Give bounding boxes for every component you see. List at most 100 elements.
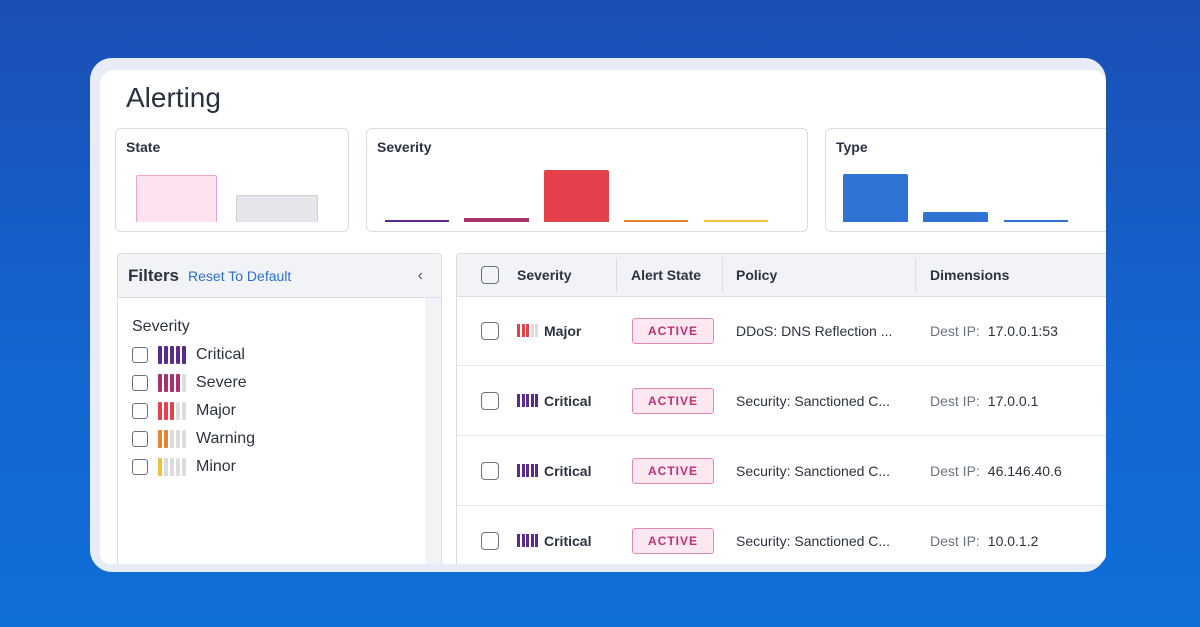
column-header-policy[interactable]: Policy bbox=[736, 254, 777, 296]
meter-segment bbox=[517, 534, 520, 547]
chevron-left-icon[interactable]: ‹ bbox=[410, 267, 431, 285]
row-checkbox[interactable] bbox=[481, 461, 499, 480]
row-select-cell bbox=[481, 506, 499, 564]
severity-meter-icon bbox=[517, 394, 538, 407]
dimension-key: Dest IP: bbox=[930, 322, 980, 339]
meter-segment bbox=[182, 346, 186, 364]
row-checkbox[interactable] bbox=[481, 391, 499, 410]
severity-meter-icon bbox=[158, 374, 186, 392]
alerting-window: Alerting State Severity Type Filters Res… bbox=[100, 70, 1106, 564]
filter-item-minor[interactable]: Minor bbox=[132, 456, 236, 478]
filters-scrollbar[interactable] bbox=[425, 298, 441, 564]
filters-title: Filters bbox=[128, 265, 180, 285]
table-row[interactable]: Critical ACTIVE Security: Sanctioned C..… bbox=[457, 366, 1106, 436]
meter-segment bbox=[158, 430, 162, 448]
type-card-label: Type bbox=[836, 139, 868, 155]
meter-segment bbox=[164, 430, 168, 448]
meter-segment bbox=[521, 534, 525, 547]
filter-checkbox-warning[interactable] bbox=[132, 431, 148, 447]
dimension-value: 10.0.1.2 bbox=[987, 532, 1039, 549]
meter-segment bbox=[182, 374, 186, 392]
column-header-severity[interactable]: Severity bbox=[517, 254, 571, 296]
meter-segment bbox=[164, 374, 168, 392]
policy-name[interactable]: Security: Sanctioned C... bbox=[736, 463, 890, 479]
meter-segment bbox=[526, 324, 529, 337]
filter-checkbox-critical[interactable] bbox=[132, 347, 148, 363]
meter-segment bbox=[158, 402, 162, 420]
type-bar-1 bbox=[843, 174, 908, 222]
type-summary-card[interactable]: Type bbox=[825, 128, 1106, 232]
alert-state-cell: ACTIVE bbox=[632, 436, 714, 505]
alert-state-cell: ACTIVE bbox=[632, 366, 714, 435]
filter-item-severe[interactable]: Severe bbox=[132, 372, 247, 394]
column-header-alert-state[interactable]: Alert State bbox=[631, 254, 701, 296]
filter-checkbox-minor[interactable] bbox=[132, 459, 148, 475]
filter-label-minor: Minor bbox=[196, 458, 237, 475]
type-bar-3 bbox=[1004, 220, 1068, 222]
meter-segment bbox=[530, 464, 534, 477]
row-checkbox[interactable] bbox=[481, 531, 499, 550]
filter-label-warning: Warning bbox=[196, 430, 255, 447]
meter-segment bbox=[176, 402, 180, 420]
meter-segment bbox=[182, 402, 186, 420]
severity-bar-major bbox=[544, 170, 609, 222]
policy-name[interactable]: DDoS: DNS Reflection ... bbox=[736, 323, 892, 339]
select-all-checkbox[interactable] bbox=[481, 266, 499, 284]
filter-section-severity: Severity bbox=[132, 318, 190, 335]
meter-segment bbox=[170, 402, 174, 420]
column-header-dimensions[interactable]: Dimensions bbox=[930, 254, 1009, 296]
table-row[interactable]: Critical ACTIVE Security: Sanctioned C..… bbox=[457, 436, 1106, 506]
severity-meter-icon bbox=[517, 464, 538, 477]
severity-meter-icon bbox=[158, 430, 186, 448]
meter-segment bbox=[164, 458, 168, 476]
filter-label-severe: Severe bbox=[196, 374, 247, 391]
meter-segment bbox=[526, 464, 529, 477]
column-divider[interactable] bbox=[616, 258, 617, 292]
policy-name[interactable]: Security: Sanctioned C... bbox=[736, 533, 890, 549]
column-divider[interactable] bbox=[722, 258, 723, 292]
column-divider[interactable] bbox=[915, 258, 916, 292]
meter-segment bbox=[170, 458, 174, 476]
severity-cell: Critical bbox=[517, 506, 591, 564]
dimensions-cell: Dest IP: 46.146.40.6 bbox=[930, 436, 1062, 505]
row-checkbox[interactable] bbox=[481, 321, 499, 340]
row-select-cell bbox=[481, 296, 499, 365]
policy-cell[interactable]: Security: Sanctioned C... bbox=[736, 366, 890, 435]
severity-summary-card[interactable]: Severity bbox=[366, 128, 808, 232]
filter-item-critical[interactable]: Critical bbox=[132, 344, 245, 366]
policy-cell[interactable]: Security: Sanctioned C... bbox=[736, 506, 890, 564]
table-header: Severity Alert State Policy Dimensions bbox=[457, 254, 1106, 297]
filters-panel: Filters Reset To Default ‹ Severity Crit… bbox=[117, 253, 442, 564]
meter-segment bbox=[176, 346, 180, 364]
meter-segment bbox=[521, 324, 525, 337]
filter-item-major[interactable]: Major bbox=[132, 400, 236, 422]
severity-meter-icon bbox=[517, 534, 538, 547]
meter-segment bbox=[535, 394, 538, 407]
severity-bar-minor bbox=[704, 220, 768, 222]
dimension-key: Dest IP: bbox=[930, 392, 980, 409]
meter-segment bbox=[176, 374, 180, 392]
meter-segment bbox=[182, 430, 186, 448]
table-row[interactable]: Critical ACTIVE Security: Sanctioned C..… bbox=[457, 506, 1106, 564]
filter-item-warning[interactable]: Warning bbox=[132, 428, 255, 450]
severity-meter-icon bbox=[158, 346, 186, 364]
severity-label: Critical bbox=[544, 532, 592, 549]
meter-segment bbox=[535, 534, 538, 547]
reset-to-default-link[interactable]: Reset To Default bbox=[188, 268, 291, 284]
severity-meter-icon bbox=[158, 458, 186, 476]
select-all-cell bbox=[481, 254, 499, 296]
status-badge: ACTIVE bbox=[632, 317, 714, 344]
state-bar-inactive bbox=[236, 195, 318, 222]
state-summary-card[interactable]: State bbox=[115, 128, 349, 232]
filter-checkbox-major[interactable] bbox=[132, 403, 148, 419]
dimensions-cell: Dest IP: 17.0.0.1 bbox=[930, 366, 1038, 435]
meter-segment bbox=[526, 534, 529, 547]
filter-checkbox-severe[interactable] bbox=[132, 375, 148, 391]
severity-bar-critical bbox=[385, 220, 449, 222]
table-row[interactable]: Major ACTIVE DDoS: DNS Reflection ... De… bbox=[457, 296, 1106, 366]
policy-cell[interactable]: Security: Sanctioned C... bbox=[736, 436, 890, 505]
severity-cell: Critical bbox=[517, 366, 591, 435]
policy-name[interactable]: Security: Sanctioned C... bbox=[736, 393, 890, 409]
policy-cell[interactable]: DDoS: DNS Reflection ... bbox=[736, 296, 892, 365]
severity-bar-severe bbox=[464, 218, 529, 222]
